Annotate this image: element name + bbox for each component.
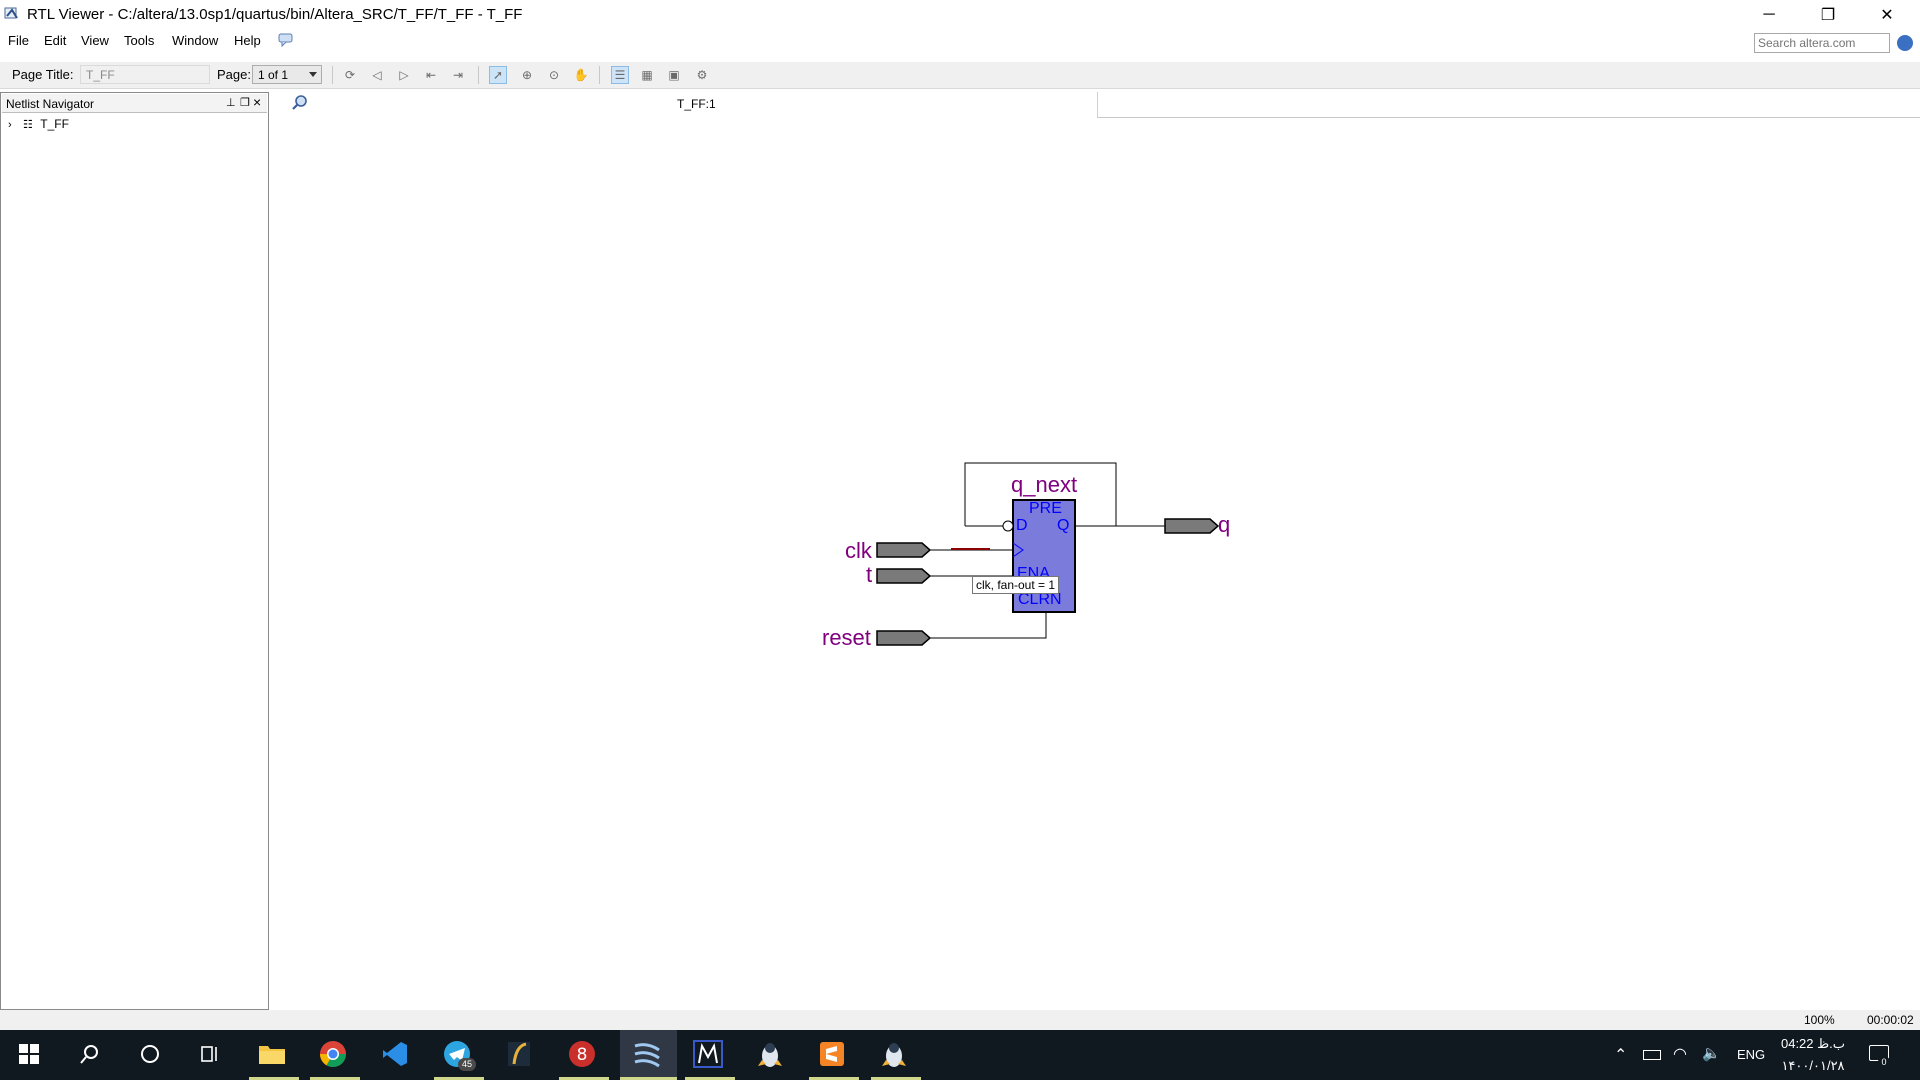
output-port-q — [1164, 518, 1220, 534]
hand-tool-icon[interactable]: ✋ — [572, 66, 590, 84]
page-label: Page: — [217, 67, 251, 82]
settings-icon[interactable]: ⚙ — [693, 66, 711, 84]
forward-icon[interactable]: ▷ — [395, 66, 413, 84]
cortana-icon[interactable] — [135, 1039, 165, 1069]
record-app-icon[interactable]: 8 — [567, 1039, 597, 1069]
tab-t-ff-1[interactable]: T_FF:1 — [677, 97, 716, 111]
toolbar: Page Title: T_FF Page: 1 of 1 ⟳ ◁ ▷ ⇤ ⇥ … — [0, 62, 1920, 89]
penguin-app-icon[interactable] — [755, 1039, 785, 1069]
tab-strip — [272, 92, 1920, 116]
close-icon[interactable]: × — [253, 94, 261, 110]
menu-bar: File Edit View Tools Window Help — [0, 30, 1920, 52]
elapsed-time: 00:00:02 — [1867, 1013, 1914, 1027]
quartus-icon[interactable] — [632, 1039, 662, 1069]
notification-count: 0 — [1878, 1056, 1890, 1068]
close-button[interactable]: ✕ — [1858, 0, 1916, 30]
menu-help[interactable]: Help — [234, 33, 261, 48]
float-icon[interactable]: ❐ — [240, 96, 250, 109]
menu-edit[interactable]: Edit — [44, 33, 66, 48]
fit-window-icon[interactable]: ⊙ — [545, 66, 563, 84]
window-title: RTL Viewer - C:/altera/13.0sp1/quartus/b… — [27, 6, 523, 23]
wifi-icon[interactable]: ◠ — [1673, 1044, 1687, 1064]
toolbar-separator — [478, 66, 479, 84]
previous-page-icon[interactable]: ⇤ — [422, 66, 440, 84]
selection-tool-icon[interactable]: ➚ — [489, 66, 507, 84]
toolbar-separator — [599, 66, 600, 84]
svg-text:8: 8 — [577, 1045, 588, 1065]
pin-pre-label: PRE — [1029, 500, 1062, 517]
vscode-icon[interactable] — [380, 1039, 410, 1069]
tree-item-t-ff[interactable]: › ☷ T_FF — [8, 117, 69, 131]
sublime-app-icon[interactable] — [817, 1039, 847, 1069]
clock-time[interactable]: 04:22 ب.ظ — [1778, 1036, 1848, 1052]
toolbar-separator — [332, 66, 333, 84]
navigator-title: Netlist Navigator — [6, 97, 95, 111]
zoom-level: 100% — [1804, 1013, 1835, 1027]
input-port-reset — [876, 630, 932, 646]
telegram-badge: 45 — [458, 1058, 476, 1071]
filter-icon[interactable]: ▣ — [665, 66, 683, 84]
rtl-viewer-app-icon — [4, 7, 18, 19]
inversion-bubble — [1002, 520, 1014, 532]
refresh-icon[interactable]: ⟳ — [341, 66, 359, 84]
globe-icon[interactable] — [1897, 35, 1913, 51]
back-icon[interactable]: ◁ — [368, 66, 386, 84]
language-indicator[interactable]: ENG — [1737, 1047, 1765, 1062]
minimize-button[interactable]: ─ — [1740, 0, 1798, 30]
search-input[interactable] — [1758, 35, 1886, 51]
status-bar — [0, 1010, 1920, 1030]
restore-button[interactable]: ❐ — [1799, 0, 1857, 30]
pin-d-label: D — [1016, 517, 1028, 534]
zoom-tool-icon[interactable]: ⊕ — [518, 66, 536, 84]
page-select-value: 1 of 1 — [258, 68, 289, 82]
netlist-icon[interactable]: ▦ — [638, 66, 656, 84]
fan-out-tooltip: clk, fan-out = 1 — [972, 576, 1060, 594]
speaker-icon[interactable]: 🔈 — [1702, 1044, 1721, 1062]
signal-label-t[interactable]: t — [866, 562, 872, 588]
magnifier-icon[interactable] — [291, 94, 309, 112]
file-explorer-icon[interactable] — [257, 1039, 287, 1069]
search-field[interactable] — [1754, 33, 1890, 53]
ide-app-icon[interactable] — [504, 1039, 534, 1069]
reset-wire — [929, 612, 1047, 639]
next-page-icon[interactable]: ⇥ — [449, 66, 467, 84]
signal-label-clk[interactable]: clk — [845, 538, 872, 564]
input-port-clk — [876, 542, 932, 558]
page-title-field[interactable]: T_FF — [80, 65, 210, 84]
chevron-down-icon — [309, 72, 317, 77]
pin-icon[interactable]: ⊥ — [226, 96, 236, 109]
chevron-right-icon[interactable]: › — [8, 119, 12, 131]
task-view-icon[interactable] — [195, 1039, 225, 1069]
feedback-icon[interactable] — [278, 33, 294, 47]
search-icon[interactable] — [75, 1039, 105, 1069]
navigator-header: Netlist Navigator ⊥ ❐ × — [2, 94, 267, 113]
signal-label-reset[interactable]: reset — [822, 625, 871, 651]
input-port-t — [876, 568, 932, 584]
page-title-label: Page Title: — [12, 67, 74, 82]
modelsim-icon[interactable] — [693, 1039, 723, 1069]
taskbar — [0, 1030, 1920, 1080]
windows-start-icon[interactable] — [14, 1039, 44, 1069]
menu-window[interactable]: Window — [172, 33, 218, 48]
page-select[interactable]: 1 of 1 — [252, 65, 322, 84]
tab-divider — [1097, 92, 1098, 118]
chevron-up-icon[interactable]: ⌃ — [1614, 1045, 1627, 1065]
hierarchy-view-icon[interactable]: ☰ — [611, 66, 629, 84]
clock-date[interactable]: ۱۴۰۰/۰۱/۲۸ — [1778, 1058, 1848, 1074]
penguin-app-icon-2[interactable] — [879, 1039, 909, 1069]
menu-tools[interactable]: Tools — [124, 33, 154, 48]
signal-label-q[interactable]: q — [1218, 512, 1230, 538]
chrome-icon[interactable] — [318, 1039, 348, 1069]
menu-file[interactable]: File — [8, 33, 29, 48]
battery-icon[interactable] — [1643, 1050, 1661, 1060]
register-name-label: q_next — [1011, 472, 1078, 497]
schematic-canvas[interactable]: q_next PRE D Q ENA CLRN clk, fan-out = 1… — [272, 118, 1920, 1010]
netlist-navigator-panel: Netlist Navigator ⊥ ❐ × › ☷ T_FF — [0, 92, 269, 1010]
schematic-svg — [876, 462, 1220, 646]
tree-item-label: T_FF — [40, 117, 69, 131]
hierarchy-icon: ☷ — [23, 119, 33, 131]
pin-q-label: Q — [1057, 517, 1070, 534]
menu-view[interactable]: View — [81, 33, 109, 48]
